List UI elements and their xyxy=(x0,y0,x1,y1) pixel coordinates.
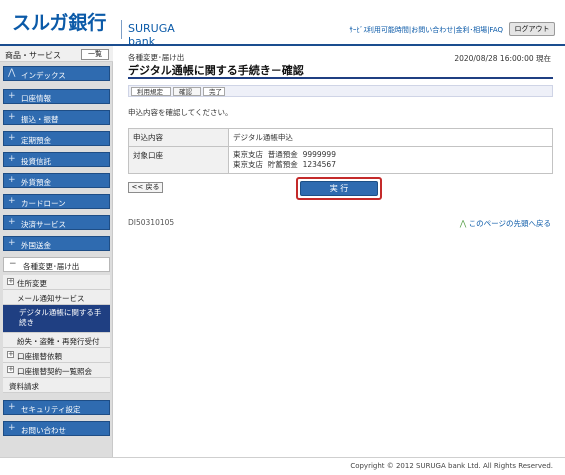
sidebar-item-label: セキュリティ設定 xyxy=(21,405,81,414)
logo-divider xyxy=(121,20,122,39)
step-indicator: 利用規定 確認 完了 xyxy=(128,85,553,97)
sidebar-subitem-direct-debit-request[interactable]: + 口座振替依頼 xyxy=(3,348,110,363)
plus-icon: + xyxy=(8,238,16,248)
sidebar-subitem-loss-theft[interactable]: 紛失・盗難・再発行受付 xyxy=(3,333,110,348)
account-number: 9999999 xyxy=(302,150,336,159)
sidebar-item-time-deposit[interactable]: + 定期預金 xyxy=(3,131,110,146)
plus-box-icon: + xyxy=(7,365,14,373)
back-button[interactable]: << 戻る xyxy=(128,182,163,193)
account-type: 貯蓄預金 xyxy=(267,160,298,169)
sidebar-item-label: 投資信託 xyxy=(21,157,51,166)
sidebar-item-index[interactable]: ⋀ インデックス xyxy=(3,66,110,81)
sidebar-item-label: 口座情報 xyxy=(21,94,51,103)
header-links[interactable]: ｻｰﾋﾞｽ利用可能時間|お問い合わせ|金利･相場|FAQ xyxy=(349,25,503,35)
copyright-text: Copyright © 2012 SURUGA bank Ltd. All Ri… xyxy=(350,462,553,470)
sidebar-item-label: 外貨預金 xyxy=(21,178,51,187)
sidebar-subitem-label: 紛失・盗難・再発行受付 xyxy=(17,337,100,346)
account-entry: 東京支店 普通預金 9999999 xyxy=(233,150,548,160)
sidebar-item-label: 振込・振替 xyxy=(21,115,59,124)
back-to-top-link[interactable]: ⋀ このページの先頭へ戻る xyxy=(460,218,551,229)
table-row: 申込内容 デジタル通帳申込 xyxy=(128,128,553,147)
sidebar-item-card-loan[interactable]: + カードローン xyxy=(3,194,110,209)
table-label-target-account: 対象口座 xyxy=(128,146,229,174)
screen-id: DI50310105 xyxy=(128,218,175,227)
sidebar-item-changes-notifications[interactable]: − 各種変更･届け出 xyxy=(3,257,110,272)
step-terms: 利用規定 xyxy=(131,87,171,96)
plus-icon: + xyxy=(8,91,16,101)
sidebar-subitem-label: 住所変更 xyxy=(17,279,47,288)
sidebar-item-label: 定期預金 xyxy=(21,136,51,145)
sidebar-subitem-address-change[interactable]: + 住所変更 xyxy=(3,275,110,290)
plus-icon: + xyxy=(8,196,16,206)
sidebar-subitem-label: 資料請求 xyxy=(9,382,39,391)
sidebar-item-transfer[interactable]: + 振込・振替 xyxy=(3,110,110,125)
sidebar-subitem-label: 口座振替依頼 xyxy=(17,352,62,361)
sidebar-item-label: インデックス xyxy=(21,71,66,80)
current-datetime: 2020/08/28 16:00:00 現在 xyxy=(454,54,551,63)
plus-icon: + xyxy=(8,423,16,433)
list-button[interactable]: 一覧 xyxy=(81,49,109,60)
sidebar-item-foreign-remittance[interactable]: + 外国送金 xyxy=(3,236,110,251)
sidebar-subitem-label: デジタル通帳に関する手続き xyxy=(19,308,102,327)
logout-button[interactable]: ログアウト xyxy=(509,22,555,36)
sidebar-subitem-label: 口座振替契約一覧照会 xyxy=(17,367,92,376)
sidebar-item-label: カードローン xyxy=(21,199,66,208)
plus-icon: + xyxy=(8,133,16,143)
logo-japanese-text: スルガ銀行 xyxy=(12,12,107,34)
minus-icon: − xyxy=(9,259,17,269)
account-type: 普通預金 xyxy=(267,150,298,159)
sidebar-item-label: 外国送金 xyxy=(21,241,51,250)
chevron-double-up-icon: ⋀ xyxy=(8,68,16,78)
sidebar-item-payment-services[interactable]: + 決済サービス xyxy=(3,215,110,230)
step-complete: 完了 xyxy=(203,87,225,96)
step-confirm: 確認 xyxy=(173,87,201,96)
account-branch: 東京支店 xyxy=(233,160,263,169)
plus-box-icon: + xyxy=(7,350,14,358)
account-branch: 東京支店 xyxy=(233,150,263,159)
footer: Copyright © 2012 SURUGA bank Ltd. All Ri… xyxy=(0,457,565,475)
main-content: 各種変更･届け出 2020/08/28 16:00:00 現在 デジタル通帳に関… xyxy=(120,46,557,457)
plus-icon: + xyxy=(8,217,16,227)
sidebar-item-security-settings[interactable]: + セキュリティ設定 xyxy=(3,400,110,415)
sidebar-item-label: 決済サービス xyxy=(21,220,66,229)
sidebar-item-label: お問い合わせ xyxy=(21,426,66,435)
plus-icon: + xyxy=(8,175,16,185)
execute-button-highlight: 実 行 xyxy=(296,177,382,200)
plus-icon: + xyxy=(8,112,16,122)
execute-button[interactable]: 実 行 xyxy=(300,181,378,196)
plus-box-icon: + xyxy=(7,277,14,285)
double-chevron-up-icon: ⋀ xyxy=(459,219,467,228)
account-entry: 東京支店 貯蓄預金 1234567 xyxy=(233,160,548,170)
plus-icon: + xyxy=(8,154,16,164)
plus-icon: + xyxy=(8,402,16,412)
sidebar-subitem-mail-notification[interactable]: メール通知サービス xyxy=(3,290,110,305)
application-summary-table: 申込内容 デジタル通帳申込 対象口座 東京支店 普通預金 9999999 東京支… xyxy=(128,128,553,174)
table-row: 対象口座 東京支店 普通預金 9999999 東京支店 貯蓄預金 1234567 xyxy=(128,146,553,174)
sidebar-item-foreign-deposit[interactable]: + 外貨預金 xyxy=(3,173,110,188)
sidebar-item-contact[interactable]: + お問い合わせ xyxy=(3,421,110,436)
sidebar-item-label: 各種変更･届け出 xyxy=(23,262,80,271)
sidebar: 商品・サービス 一覧 ⋀ インデックス + 口座情報 + 振込・振替 + 定期預… xyxy=(0,46,113,457)
instruction-text: 申込内容を確認してください。 xyxy=(128,108,233,117)
sidebar-header: 商品・サービス 一覧 xyxy=(0,46,113,62)
account-number: 1234567 xyxy=(302,160,336,169)
sidebar-item-investment-trust[interactable]: + 投資信託 xyxy=(3,152,110,167)
table-value-application: デジタル通帳申込 xyxy=(228,128,553,147)
sidebar-subitem-direct-debit-list[interactable]: + 口座振替契約一覧照会 xyxy=(3,363,110,378)
table-value-target-account: 東京支店 普通預金 9999999 東京支店 貯蓄預金 1234567 xyxy=(228,146,553,174)
sidebar-subitem-digital-passbook[interactable]: デジタル通帳に関する手続き xyxy=(3,305,110,333)
sidebar-subitem-document-request[interactable]: 資料請求 xyxy=(3,378,110,393)
sidebar-title: 商品・サービス xyxy=(5,51,61,60)
title-underline xyxy=(128,77,553,79)
suruga-bank-logo[interactable]: スルガ銀行 SURUGA bank xyxy=(12,8,175,48)
back-to-top-label: このページの先頭へ戻る xyxy=(468,219,551,228)
header: スルガ銀行 SURUGA bank ｻｰﾋﾞｽ利用可能時間|お問い合わせ|金利･… xyxy=(0,0,565,48)
table-label-application: 申込内容 xyxy=(128,128,229,147)
page-title: デジタル通帳に関する手続き－確認 xyxy=(128,64,304,77)
sidebar-item-account-info[interactable]: + 口座情報 xyxy=(3,89,110,104)
sidebar-subitem-label: メール通知サービス xyxy=(17,294,85,303)
